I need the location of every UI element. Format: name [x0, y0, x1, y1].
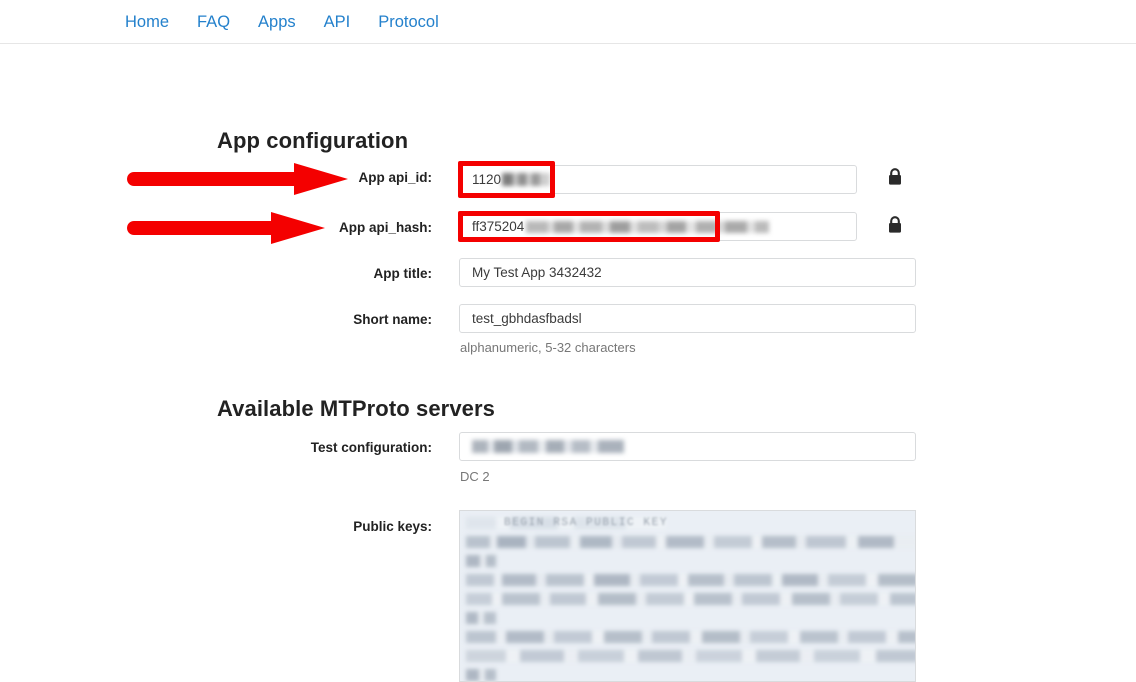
test-configuration-redacted-blur: [472, 440, 624, 453]
public-keys-blur-line: [466, 650, 915, 662]
input-app-title[interactable]: My Test App 3432432: [459, 258, 916, 287]
nav-links: Home FAQ Apps API Protocol: [111, 0, 453, 44]
page-content: App configuration App api_id: 1120 App a…: [0, 44, 1136, 682]
input-test-configuration[interactable]: [459, 432, 916, 461]
annotation-arrow-api-hash: [127, 212, 325, 244]
hint-test-configuration: DC 2: [460, 469, 490, 484]
section-title-app-configuration: App configuration: [217, 128, 409, 153]
short-name-value: test_gbhdasfbadsl: [472, 311, 582, 326]
label-test-configuration: Test configuration:: [310, 440, 432, 455]
input-short-name[interactable]: test_gbhdasfbadsl: [459, 304, 916, 333]
section-title-mtproto-servers: Available MTProto servers: [217, 396, 496, 421]
public-keys-header-text: BEGIN RSA PUBLIC KEY: [504, 517, 669, 529]
nav-item-api[interactable]: API: [310, 0, 365, 44]
public-keys-blur-line: [466, 669, 496, 681]
annotation-arrow-api-id: [127, 163, 348, 195]
lock-icon: [889, 168, 901, 185]
public-keys-blur-line: [466, 593, 915, 605]
label-public-keys: Public keys:: [353, 519, 432, 534]
nav-item-apps[interactable]: Apps: [244, 0, 310, 44]
public-keys-blur-line: [466, 631, 915, 643]
public-keys-blur-line: [466, 612, 496, 624]
public-keys-blur-line: [466, 536, 915, 548]
nav-item-home[interactable]: Home: [111, 0, 183, 44]
top-navigation-bar: Home FAQ Apps API Protocol: [0, 0, 1136, 44]
public-keys-blur-line: [466, 555, 496, 567]
nav-item-protocol[interactable]: Protocol: [364, 0, 453, 44]
textarea-public-keys[interactable]: [459, 510, 916, 682]
app-title-value: My Test App 3432432: [472, 265, 602, 280]
label-app-title: App title:: [373, 266, 433, 281]
label-short-name: Short name:: [353, 312, 432, 327]
annotation-rect-api-id: [458, 161, 555, 198]
hint-short-name: alphanumeric, 5-32 characters: [460, 340, 636, 355]
lock-icon: [889, 216, 901, 233]
nav-item-faq[interactable]: FAQ: [183, 0, 244, 44]
public-keys-blur-line: [466, 574, 915, 586]
annotation-rect-api-hash: [458, 211, 720, 242]
